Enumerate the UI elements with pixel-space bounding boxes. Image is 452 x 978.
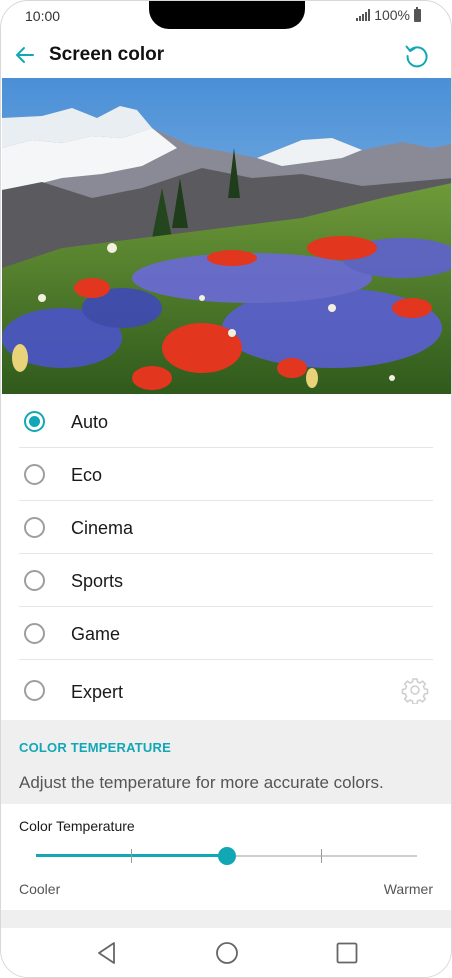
color-temperature-section: COLOR TEMPERATURE Adjust the temperature… <box>1 720 451 804</box>
option-label: Game <box>71 624 121 644</box>
option-label: Sports <box>71 571 124 591</box>
section-heading: COLOR TEMPERATURE <box>19 740 171 755</box>
slider-tick <box>321 849 322 863</box>
slider-tick <box>131 849 132 863</box>
option-sports[interactable]: Sports <box>19 554 433 607</box>
slider-label: Color Temperature <box>19 818 135 834</box>
option-cinema[interactable]: Cinema <box>19 501 433 554</box>
arrow-left-icon[interactable] <box>13 43 37 67</box>
slider-max-label: Warmer <box>383 881 433 897</box>
reset-icon[interactable] <box>403 41 431 69</box>
option-label: Auto <box>71 412 109 432</box>
app-bar: Screen color <box>1 31 451 79</box>
slider-thumb[interactable] <box>218 847 236 865</box>
status-icons: 100% <box>356 6 421 23</box>
battery-percent: 100% <box>374 7 410 23</box>
section-description: Adjust the temperature for more accurate… <box>19 773 384 792</box>
option-expert[interactable]: Expert <box>19 660 433 721</box>
footer-divider <box>1 910 451 928</box>
screen-color-options: Auto Eco Cinema Sports Game Expert <box>1 395 451 721</box>
signal-icon <box>356 9 371 21</box>
option-label: Cinema <box>71 518 134 538</box>
option-auto[interactable]: Auto <box>19 395 433 448</box>
phone-screen: 10:00 100% Screen color Auto Eco Cinema … <box>0 0 452 978</box>
slider-min-label: Cooler <box>19 881 61 897</box>
status-bar: 10:00 100% <box>1 1 451 31</box>
radio-icon[interactable] <box>24 680 45 701</box>
page-title: Screen color <box>49 44 165 65</box>
circle-home-icon[interactable] <box>214 940 240 966</box>
triangle-back-icon[interactable] <box>94 940 120 966</box>
option-eco[interactable]: Eco <box>19 448 433 501</box>
navigation-bar <box>1 928 451 977</box>
option-label: Expert <box>71 682 124 702</box>
display-notch <box>149 1 305 29</box>
radio-icon[interactable] <box>24 623 45 644</box>
radio-icon[interactable] <box>24 464 45 485</box>
color-temperature-slider[interactable] <box>36 844 417 868</box>
radio-icon[interactable] <box>24 517 45 538</box>
status-time: 10:00 <box>25 8 61 24</box>
preview-image <box>2 78 451 394</box>
option-label: Eco <box>71 465 103 485</box>
gear-icon[interactable] <box>401 676 429 704</box>
radio-selected-icon[interactable] <box>24 411 45 432</box>
option-game[interactable]: Game <box>19 607 433 660</box>
radio-icon[interactable] <box>24 570 45 591</box>
square-recents-icon[interactable] <box>334 940 360 966</box>
battery-icon <box>414 6 421 22</box>
color-temperature-control: Color Temperature Cooler Warmer <box>1 804 451 910</box>
